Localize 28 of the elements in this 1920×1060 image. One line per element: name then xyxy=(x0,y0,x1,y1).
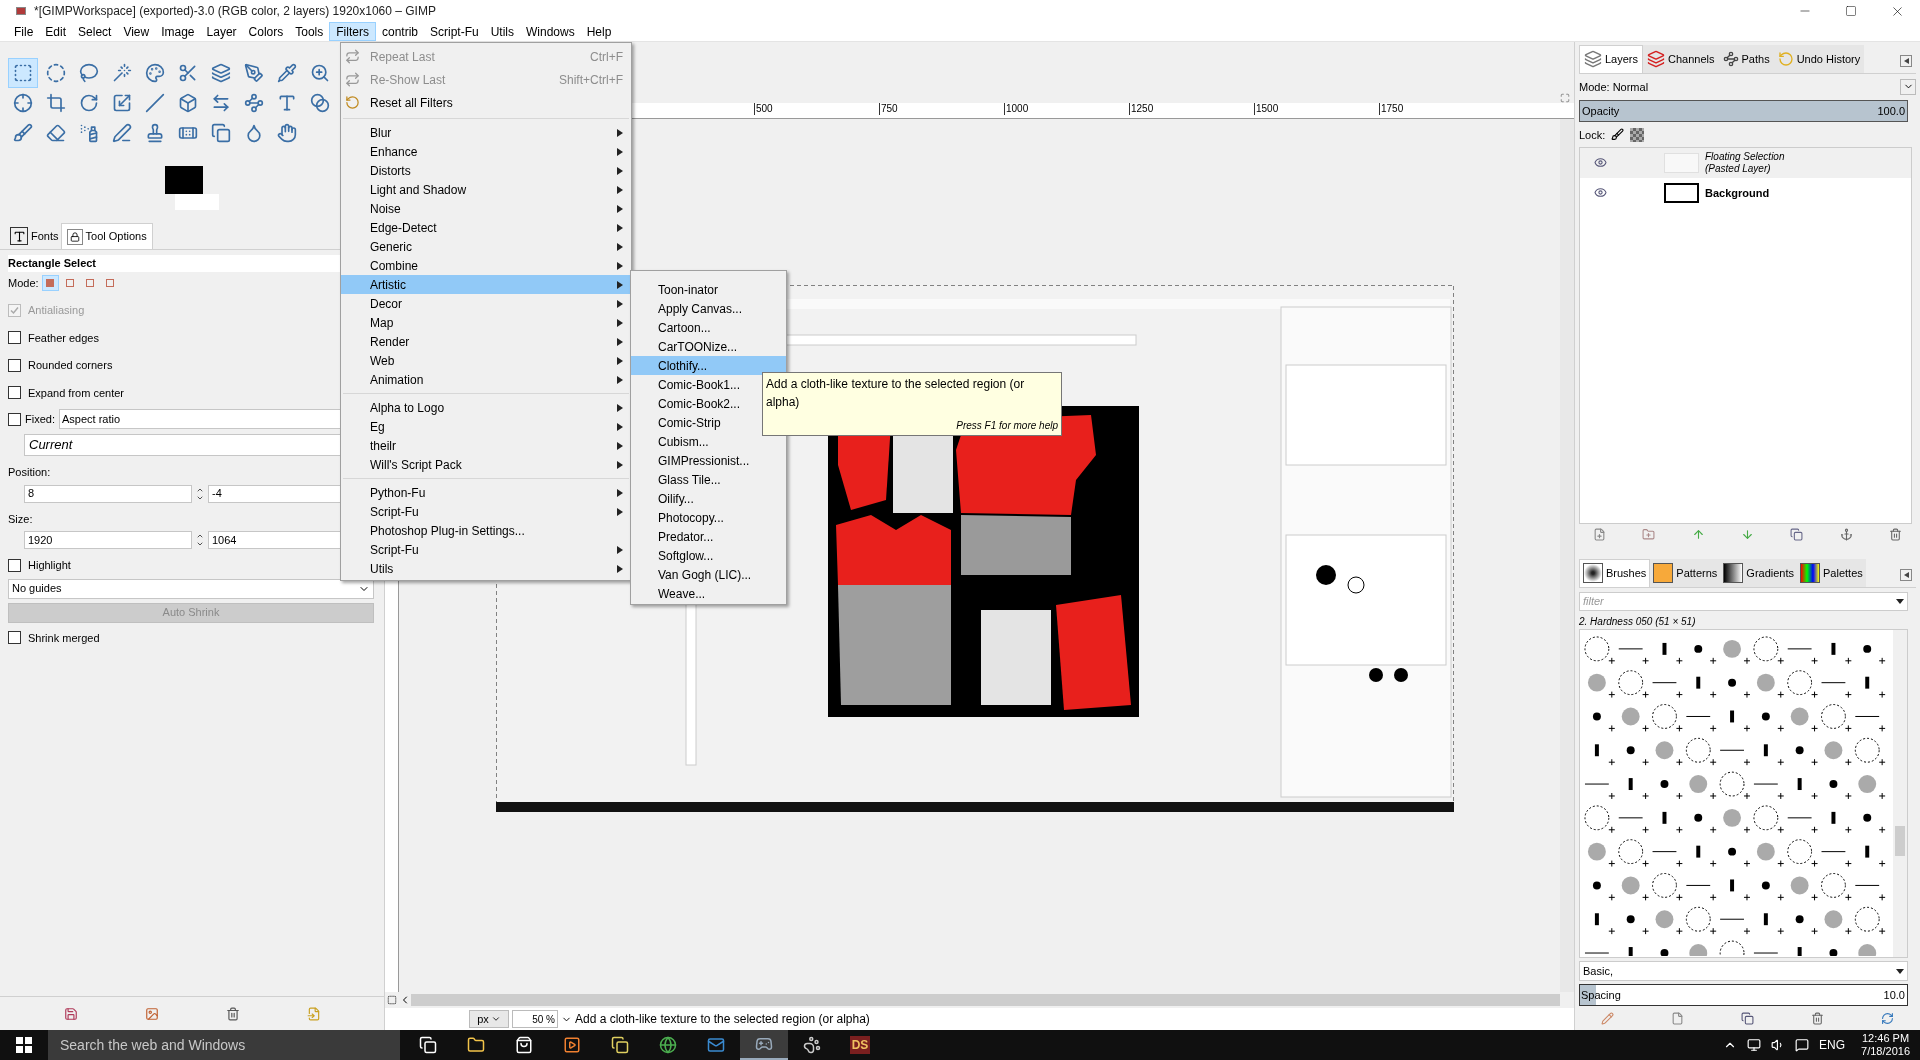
checkbox-label: Rounded corners xyxy=(28,358,113,373)
position-label: Position: xyxy=(8,465,52,480)
window-title: *[GIMPWorkspace] (exported)-3.0 (RGB color, 2 layers) 1920x1060 – GIMP xyxy=(34,3,436,20)
lock-label: Lock: xyxy=(1579,127,1606,143)
checkbox-label: Antialiasing xyxy=(28,303,85,318)
status-message: Add a cloth-like texture to the selected region (or alpha) xyxy=(575,1011,870,1028)
size-label: Size: xyxy=(8,511,34,527)
ruler-label: 500 xyxy=(754,103,773,115)
brush-name: 2. Hardness 050 (51 × 51) xyxy=(1579,614,1697,629)
ruler-label: 1500 xyxy=(1254,103,1279,115)
checkbox-label: Shrink merged xyxy=(28,630,100,646)
layer-name: Floating Selection xyxy=(1705,150,1785,163)
fixed-label: Fixed: xyxy=(25,411,55,427)
tooltip-text: Add a cloth-like texture to the selected region (or alpha) xyxy=(766,376,1026,411)
ruler-label: 1250 xyxy=(1129,103,1154,115)
mode-label: Mode: Normal xyxy=(1579,79,1649,95)
mode-label: Mode: xyxy=(8,275,39,291)
ruler-label: 1750 xyxy=(1379,103,1404,115)
tooltip-hint: Press F1 for more help xyxy=(956,419,1058,433)
checkbox-label: Feather edges xyxy=(28,330,99,346)
layer-name: Background xyxy=(1705,185,1770,201)
checkbox-label: Expand from center xyxy=(28,385,124,401)
ruler-label: 750 xyxy=(879,103,898,115)
shortcut-label: Ctrl+F xyxy=(590,48,623,66)
ruler-label: 1000 xyxy=(1004,103,1029,115)
shortcut-label: Shift+Ctrl+F xyxy=(558,71,623,89)
layer-subtitle: (Pasted Layer) xyxy=(1705,162,1772,175)
checkbox-label: Highlight xyxy=(28,558,71,573)
